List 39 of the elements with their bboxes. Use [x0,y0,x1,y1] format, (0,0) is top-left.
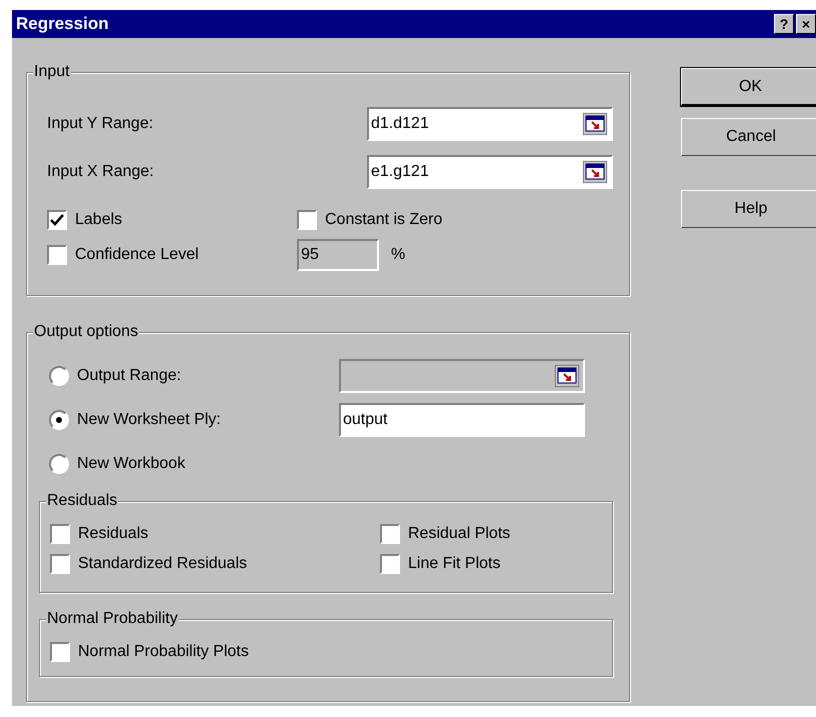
checkbox[interactable] [47,210,67,230]
range-field[interactable]: d1.d121 [367,107,613,141]
checkbox[interactable] [380,524,400,544]
dialog-button[interactable]: Cancel [681,118,816,156]
help-title-button[interactable]: ? [774,14,794,34]
range-field[interactable]: e1.g121 [367,155,613,189]
window-title: Regression [16,13,110,36]
checkbox-label: Confidence Level [75,245,199,265]
checkbox-label: Constant is Zero [325,210,442,230]
range-label: Input Y Range: [47,114,154,134]
radio-button[interactable] [49,366,69,386]
percent-label: % [391,245,406,265]
checkbox[interactable] [50,524,70,544]
checkbox[interactable] [380,554,400,574]
dialog-button[interactable]: OK [681,68,816,106]
dialog-button[interactable]: Help [681,190,816,228]
checkbox-label: Residual Plots [408,524,510,544]
checkbox-label: Standardized Residuals [78,554,247,574]
radio-button[interactable] [49,410,69,430]
range-picker-icon[interactable] [583,161,607,183]
radio-button[interactable] [49,454,69,474]
checkbox[interactable] [50,554,70,574]
range-picker-icon[interactable] [555,365,579,387]
sheet-name-field[interactable]: output [339,403,585,437]
range-picker-icon[interactable] [583,113,607,135]
radio-label: Output Range: [77,366,182,386]
checkbox[interactable] [50,642,70,662]
range-label: Input X Range: [47,162,155,182]
close-title-button[interactable]: × [796,14,816,34]
checkbox-label: Line Fit Plots [408,554,500,574]
checkbox-label: Residuals [78,524,148,544]
checkbox-label: Labels [75,210,122,230]
checkbox[interactable] [47,245,67,265]
radio-label: New Workbook [77,454,186,474]
radio-label: New Worksheet Ply: [77,410,221,430]
range-field[interactable] [339,359,585,393]
checkbox[interactable] [297,210,317,230]
confidence-field[interactable]: 95 [297,239,379,271]
checkbox-label: Normal Probability Plots [78,642,249,662]
